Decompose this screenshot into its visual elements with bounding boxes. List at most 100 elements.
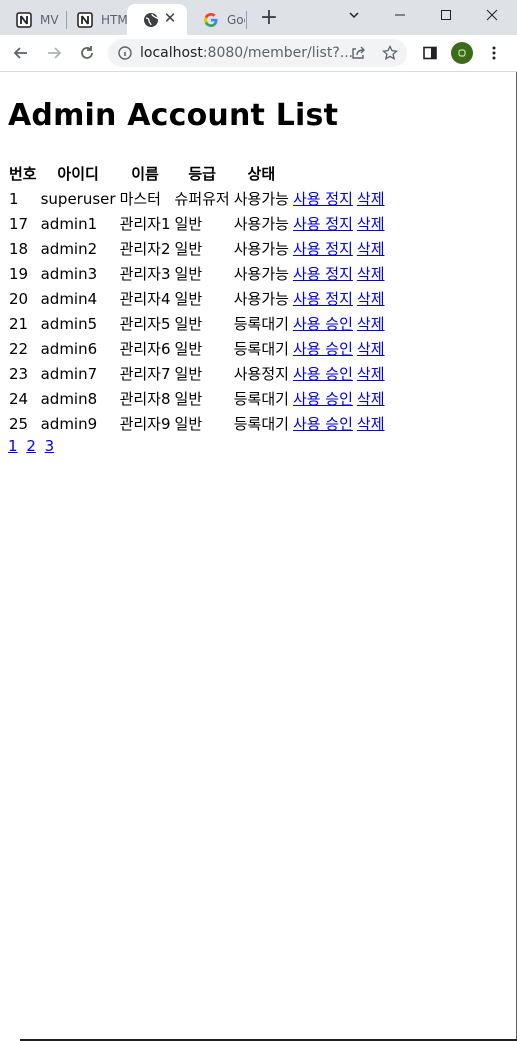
status-action-link[interactable]: 사용 승인 — [293, 390, 353, 408]
column-header-delete — [356, 162, 386, 185]
cell-grade: 일반 — [174, 290, 203, 308]
member-table: 번호 아이디 이름 등급 상태 1 superuser 마스터 슈퍼유저 사용가능 사용 … — [6, 160, 388, 437]
forward-arrow-icon[interactable] — [42, 41, 66, 65]
cell-number: 18 — [9, 239, 29, 258]
cell-name: 마스터 — [119, 190, 161, 208]
cell-grade: 일반 — [174, 415, 203, 433]
cell-user-id: admin1 — [40, 214, 98, 233]
side-panel-icon[interactable] — [418, 41, 442, 65]
delete-link[interactable]: 삭제 — [357, 290, 385, 308]
status-action-link[interactable]: 사용 승인 — [293, 365, 353, 383]
page-title: Admin Account List — [8, 98, 339, 133]
status-action-link-cell: 사용 승인 — [292, 412, 354, 435]
cell-grade: 일반 — [174, 340, 203, 358]
cell-status: 등록대기 — [233, 340, 289, 358]
table-row: 19 admin3 관리자3 일반 사용가능 사용 정지 삭제 — [8, 262, 386, 285]
tab-mvc[interactable]: MV — [0, 4, 66, 35]
tab-title: HTM — [101, 12, 127, 27]
maximize-icon[interactable] — [423, 0, 469, 30]
google-icon — [203, 12, 219, 28]
minimize-icon[interactable] — [377, 0, 423, 30]
tab-html[interactable]: HTM — [61, 4, 127, 35]
share-icon[interactable] — [346, 41, 370, 65]
cell-number: 25 — [9, 414, 29, 433]
delete-link[interactable]: 삭제 — [357, 190, 385, 208]
cell-status: 등록대기 — [233, 415, 289, 433]
delete-link[interactable]: 삭제 — [357, 215, 385, 233]
cell-name: 관리자7 — [119, 365, 171, 383]
delete-link[interactable]: 삭제 — [357, 240, 385, 258]
column-header-grade: 등급 — [188, 165, 216, 183]
tab-separator — [246, 11, 247, 29]
status-action-link[interactable]: 사용 정지 — [293, 215, 353, 233]
status-action-link[interactable]: 사용 정지 — [293, 190, 353, 208]
table-row: 24 admin8 관리자8 일반 등록대기 사용 승인 삭제 — [8, 387, 386, 410]
delete-link-cell: 삭제 — [356, 312, 386, 335]
menu-kebab-icon[interactable] — [482, 41, 506, 65]
bookmark-star-icon[interactable] — [378, 41, 402, 65]
status-action-link[interactable]: 사용 정지 — [293, 265, 353, 283]
tab-search-chevron-icon[interactable] — [331, 0, 377, 30]
cell-number: 22 — [9, 339, 29, 358]
close-window-icon[interactable] — [469, 0, 515, 30]
globe-icon — [143, 12, 159, 28]
reload-icon[interactable] — [75, 41, 99, 65]
status-action-link[interactable]: 사용 정지 — [293, 240, 353, 258]
delete-link[interactable]: 삭제 — [357, 340, 385, 358]
cell-user-id: admin3 — [40, 264, 98, 283]
back-arrow-icon[interactable] — [9, 41, 33, 65]
cell-user-id: admin5 — [40, 314, 98, 333]
cell-name: 관리자9 — [119, 415, 171, 433]
table-row: 20 admin4 관리자4 일반 사용가능 사용 정지 삭제 — [8, 287, 386, 310]
browser-toolbar: localhost:8080/member/list?... — [0, 35, 517, 72]
tab-google[interactable]: Goo — [187, 4, 245, 35]
cell-grade: 일반 — [174, 315, 203, 333]
new-tab-button[interactable]: + — [257, 6, 281, 30]
cell-status: 사용가능 — [233, 190, 289, 208]
delete-link[interactable]: 삭제 — [357, 390, 385, 408]
cell-number: 24 — [9, 389, 29, 408]
delete-link[interactable]: 삭제 — [357, 415, 385, 433]
table-row: 17 admin1 관리자1 일반 사용가능 사용 정지 삭제 — [8, 212, 386, 235]
cell-number: 20 — [9, 289, 29, 308]
status-action-link[interactable]: 사용 승인 — [293, 415, 353, 433]
delete-link-cell: 삭제 — [356, 187, 386, 210]
page-link-1[interactable]: 1 — [8, 437, 18, 455]
status-action-link-cell: 사용 승인 — [292, 387, 354, 410]
status-action-link-cell: 사용 정지 — [292, 262, 354, 285]
column-header-name: 이름 — [131, 165, 159, 183]
cell-number: 1 — [9, 189, 19, 208]
url-path: :8080/member/list?... — [202, 45, 354, 61]
cell-grade: 일반 — [174, 390, 203, 408]
delete-link-cell: 삭제 — [356, 412, 386, 435]
profile-avatar[interactable] — [451, 42, 473, 64]
delete-link[interactable]: 삭제 — [357, 365, 385, 383]
delete-link[interactable]: 삭제 — [357, 265, 385, 283]
close-tab-icon[interactable]: ✕ — [160, 8, 180, 28]
column-header-number: 번호 — [9, 165, 37, 183]
cell-status: 등록대기 — [233, 390, 289, 408]
status-action-link-cell: 사용 정지 — [292, 187, 354, 210]
status-action-link[interactable]: 사용 승인 — [293, 340, 353, 358]
cell-name: 관리자2 — [119, 240, 171, 258]
site-info-icon[interactable] — [118, 46, 132, 60]
cell-grade: 일반 — [174, 215, 203, 233]
cell-status: 사용가능 — [233, 290, 289, 308]
cell-status: 등록대기 — [233, 315, 289, 333]
cell-grade: 슈퍼유저 — [174, 190, 230, 208]
page-link-2[interactable]: 2 — [26, 437, 36, 455]
column-header-id: 아이디 — [57, 165, 99, 183]
column-header-status: 상태 — [247, 165, 276, 183]
cell-number: 17 — [9, 214, 29, 233]
notion-icon — [77, 11, 93, 28]
cell-user-id: admin8 — [40, 389, 98, 408]
page-link-3[interactable]: 3 — [45, 437, 55, 455]
status-action-link[interactable]: 사용 승인 — [293, 315, 353, 333]
status-action-link[interactable]: 사용 정지 — [293, 290, 353, 308]
table-row: 22 admin6 관리자6 일반 등록대기 사용 승인 삭제 — [8, 337, 386, 360]
table-row: 1 superuser 마스터 슈퍼유저 사용가능 사용 정지 삭제 — [8, 187, 386, 210]
status-action-link-cell: 사용 정지 — [292, 287, 354, 310]
delete-link[interactable]: 삭제 — [357, 315, 385, 333]
table-row: 18 admin2 관리자2 일반 사용가능 사용 정지 삭제 — [8, 237, 386, 260]
cell-status: 사용가능 — [233, 265, 289, 283]
